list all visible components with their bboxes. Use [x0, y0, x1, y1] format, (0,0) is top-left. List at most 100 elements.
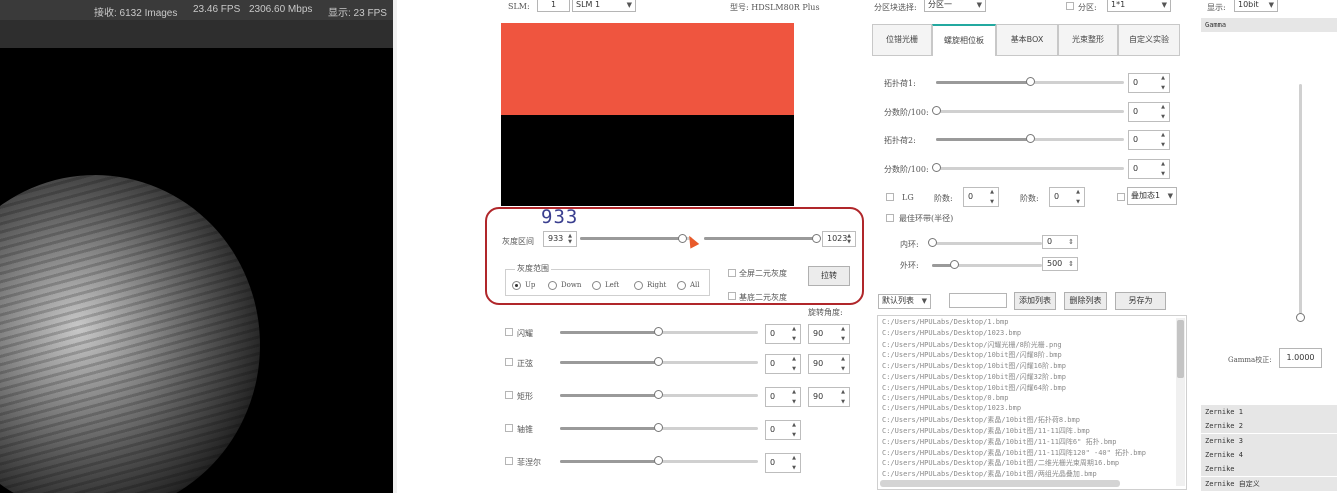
file-list-item[interactable]: C:/Users/HPULabs/Desktop/素晶/10bit图/11-11… [882, 437, 1116, 447]
spin-up-icon[interactable]: ▲ [839, 389, 847, 395]
aberration-value-spinbox[interactable]: 0 ▲ ▼ [765, 453, 801, 473]
delete-list-button[interactable]: 删除列表 [1064, 292, 1107, 310]
spin-down-icon[interactable]: ▼ [790, 465, 798, 471]
inner-ring-spinbox[interactable]: 0 ⇕ [1042, 235, 1078, 249]
spin-up-icon[interactable]: ▲ [1159, 75, 1167, 81]
file-list-hscroll-thumb[interactable] [880, 480, 1120, 487]
spin-up-icon[interactable]: ▲ [790, 422, 798, 428]
spin-down-icon[interactable]: ▼ [1159, 171, 1167, 177]
aberration-value-spinbox[interactable]: 0 ▲ ▼ [765, 387, 801, 407]
file-list-item[interactable]: C:/Users/HPULabs/Desktop/素晶/10bit图/11-11… [882, 448, 1146, 458]
outer-ring-slider[interactable] [932, 264, 1042, 267]
aberration-checkbox[interactable] [505, 358, 513, 366]
spin-down-icon[interactable]: ▼ [790, 336, 798, 342]
file-list-scroll-thumb[interactable] [1177, 320, 1184, 378]
spin-down-icon[interactable]: ▼ [1159, 114, 1167, 120]
vortex-row-spinbox[interactable]: 0 ▲ ▼ [1128, 130, 1170, 150]
gamma-slider[interactable] [1299, 84, 1302, 320]
gray-low-spinbox[interactable]: 933 ▲ ▼ [543, 231, 577, 247]
range-radio-all[interactable] [677, 281, 686, 290]
outer-ring-slider-handle[interactable] [950, 260, 959, 269]
spin-up-icon[interactable]: ▲ [790, 326, 798, 332]
spin-down-icon[interactable]: ▼ [790, 366, 798, 372]
spin-down-icon[interactable]: ▼ [845, 239, 853, 245]
default-list-select[interactable]: 默认列表 ▼ [878, 294, 931, 309]
spin-up-icon[interactable]: ▲ [790, 455, 798, 461]
aberration-checkbox[interactable] [505, 457, 513, 465]
range-radio-left[interactable] [592, 281, 601, 290]
spin-down-icon[interactable]: ▼ [790, 432, 798, 438]
aberration-angle-spinbox[interactable]: 90 ▲ ▼ [808, 324, 850, 344]
file-list-item[interactable]: C:/Users/HPULabs/Desktop/1.bmp [882, 318, 1008, 326]
spin-down-icon[interactable]: ▼ [566, 239, 574, 245]
tab-5[interactable]: 自定义实验 [1118, 24, 1180, 56]
spin-up-icon[interactable]: ▲ [988, 189, 996, 195]
spin-down-icon[interactable]: ▼ [839, 336, 847, 342]
vortex-row-spinbox[interactable]: 0 ▲ ▼ [1128, 102, 1170, 122]
spin-down-icon[interactable]: ▼ [839, 399, 847, 405]
vortex-row-slider-handle[interactable] [932, 163, 941, 172]
odd-binary-checkbox[interactable] [728, 292, 736, 300]
aberration-checkbox[interactable] [505, 328, 513, 336]
vortex-row-slider[interactable] [936, 167, 1124, 170]
vortex-row-spinbox[interactable]: 0 ▲ ▼ [1128, 159, 1170, 179]
aberration-slider-handle[interactable] [654, 456, 663, 465]
slm-select[interactable]: SLM 1 ▼ [572, 0, 636, 12]
vortex-row-slider[interactable] [936, 110, 1124, 113]
range-radio-right[interactable] [634, 281, 643, 290]
aberration-slider-handle[interactable] [654, 423, 663, 432]
gray-high-slider[interactable] [704, 237, 816, 240]
overlay-checkbox[interactable] [1117, 193, 1125, 201]
tab-2[interactable]: 螺旋相位板 [932, 24, 996, 56]
partition-grid-select[interactable]: 1*1 ▼ [1107, 0, 1171, 12]
spin-up-icon[interactable]: ▲ [1074, 189, 1082, 195]
zernike-item[interactable]: Zernike 3 [1201, 433, 1337, 448]
spin-down-icon[interactable]: ▼ [1159, 142, 1167, 148]
spin-up-icon[interactable]: ▲ [1159, 104, 1167, 110]
aberration-slider-handle[interactable] [654, 390, 663, 399]
add-list-button[interactable]: 添加列表 [1014, 292, 1056, 310]
aberration-value-spinbox[interactable]: 0 ▲ ▼ [765, 354, 801, 374]
bitdepth-select[interactable]: 10bit ▼ [1234, 0, 1278, 12]
zernike-item[interactable]: Zernike 4 [1201, 447, 1337, 462]
save-as-button[interactable]: 另存为 [1115, 292, 1166, 310]
inner-ring-slider[interactable] [932, 242, 1042, 245]
spin-up-icon[interactable]: ▲ [790, 389, 798, 395]
l-order-spinbox[interactable]: 0 ▲ ▼ [1049, 187, 1085, 207]
zernike-item[interactable]: Zernike 2 [1201, 419, 1337, 434]
gray-low-slider[interactable] [580, 237, 692, 240]
tab-1[interactable]: 位错光栅 [872, 24, 932, 56]
gray-high-spinbox[interactable]: 1023 ▲ ▼ [822, 231, 856, 247]
aberration-value-spinbox[interactable]: 0 ▲ ▼ [765, 420, 801, 440]
zernike-item[interactable]: Zernike 自定义 [1201, 476, 1337, 491]
spin-down-icon[interactable]: ▼ [1074, 199, 1082, 205]
gray-high-slider-handle[interactable] [812, 234, 821, 243]
spin-icon[interactable]: ⇕ [1067, 261, 1075, 268]
spin-down-icon[interactable]: ▼ [988, 199, 996, 205]
gamma-slider-handle[interactable] [1296, 313, 1305, 322]
file-list-item[interactable]: C:/Users/HPULabs/Desktop/10bit图/闪耀32阶.bm… [882, 372, 1066, 382]
aberration-angle-spinbox[interactable]: 90 ▲ ▼ [808, 354, 850, 374]
file-list-item[interactable]: C:/Users/HPULabs/Desktop/素晶/10bit图/二维光栅光… [882, 458, 1119, 468]
range-radio-up[interactable] [512, 281, 521, 290]
lg-checkbox[interactable] [886, 193, 894, 201]
file-list-item[interactable]: C:/Users/HPULabs/Desktop/1023.bmp [882, 404, 1021, 412]
partition-select[interactable]: 分区一 ▼ [924, 0, 986, 12]
spin-down-icon[interactable]: ▼ [839, 366, 847, 372]
outer-ring-spinbox[interactable]: 500 ⇕ [1042, 257, 1078, 271]
spin-up-icon[interactable]: ▲ [839, 326, 847, 332]
range-radio-down[interactable] [548, 281, 557, 290]
file-list-item[interactable]: C:/Users/HPULabs/Desktop/素晶/10bit图/两组光晶叠… [882, 469, 1097, 479]
file-list-item[interactable]: C:/Users/HPULabs/Desktop/素晶/10bit图/11-11… [882, 426, 1090, 436]
file-list-item[interactable]: C:/Users/HPULabs/Desktop/10bit图/闪耀8阶.bmp [882, 350, 1062, 360]
zernike-item[interactable]: Zernike [1201, 462, 1337, 477]
aberration-checkbox[interactable] [505, 424, 513, 432]
spin-down-icon[interactable]: ▼ [790, 399, 798, 405]
file-list-item[interactable]: C:/Users/HPULabs/Desktop/10bit图/闪耀64阶.bm… [882, 383, 1066, 393]
gamma-correction-field[interactable]: 1.0000 [1279, 348, 1322, 368]
overlay-select[interactable]: 叠加态1 ▼ [1127, 187, 1177, 205]
file-list-item[interactable]: C:/Users/HPULabs/Desktop/素晶/10bit图/拓扑荷8.… [882, 415, 1080, 425]
slm-index-field[interactable]: 1 [537, 0, 570, 12]
zernike-item[interactable]: Zernike 1 [1201, 405, 1337, 419]
spin-icon[interactable]: ⇕ [1067, 239, 1075, 246]
